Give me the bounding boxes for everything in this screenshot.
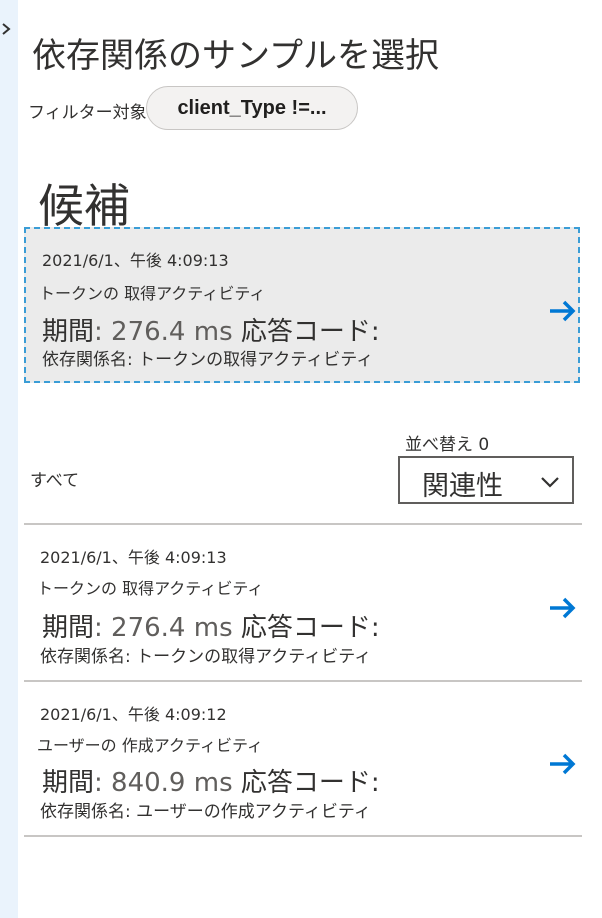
dependency-name: 依存関係名: トークンの取得アクティビティ bbox=[40, 647, 372, 667]
sort-row: すべて 並べ替え 0 関連性 bbox=[0, 420, 602, 510]
sample-operation: トークンの 取得アクティビティ bbox=[37, 579, 264, 598]
duration-label: 期間 bbox=[42, 613, 95, 643]
dependency-name: 依存関係名: トークンの取得アクティビティ bbox=[42, 350, 374, 370]
sample-metrics: 期間: 276.4 ms 応答コード: bbox=[42, 311, 380, 348]
sample-timestamp: 2021/6/1、午後 4:09:12 bbox=[40, 705, 227, 724]
filter-label: フィルター対象 bbox=[28, 103, 147, 123]
chevron-down-icon bbox=[540, 474, 560, 493]
sample-operation: ユーザーの 作成アクティビティ bbox=[37, 736, 264, 755]
response-code-label: 応答コード: bbox=[240, 317, 380, 347]
list-divider bbox=[24, 835, 582, 837]
duration-value: : 840.9 ms bbox=[94, 768, 233, 798]
arrow-right-icon[interactable] bbox=[548, 299, 578, 323]
duration-value: : 276.4 ms bbox=[94, 317, 233, 347]
page-title: 依存関係のサンプルを選択 bbox=[32, 36, 439, 76]
arrow-right-icon[interactable] bbox=[548, 752, 578, 776]
sample-metrics: 期間: 276.4 ms 応答コード: bbox=[42, 607, 380, 644]
sort-dropdown[interactable]: 関連性 bbox=[398, 456, 574, 504]
response-code-label: 応答コード: bbox=[240, 768, 380, 798]
duration-label: 期間 bbox=[42, 317, 95, 347]
list-item[interactable]: 2021/6/1、午後 4:09:12 ユーザーの 作成アクティビティ 期間: … bbox=[24, 682, 582, 835]
sample-operation: トークンの 取得アクティビティ bbox=[39, 284, 266, 303]
sample-metrics: 期間: 840.9 ms 応答コード: bbox=[42, 762, 380, 799]
filter-row: フィルター対象 client_Type !=... bbox=[28, 86, 428, 132]
duration-value: : 276.4 ms bbox=[94, 613, 233, 643]
suggested-sample-card[interactable]: 2021/6/1、午後 4:09:13 トークンの 取得アクティビティ 期間: … bbox=[24, 227, 580, 383]
dependency-name: 依存関係名: ユーザーの作成アクティビティ bbox=[40, 802, 371, 822]
sample-timestamp: 2021/6/1、午後 4:09:13 bbox=[40, 548, 227, 567]
sample-timestamp: 2021/6/1、午後 4:09:13 bbox=[42, 251, 229, 270]
list-item[interactable]: 2021/6/1、午後 4:09:13 トークンの 取得アクティビティ 期間: … bbox=[24, 525, 582, 680]
response-code-label: 応答コード: bbox=[240, 613, 380, 643]
duration-label: 期間 bbox=[42, 768, 95, 798]
arrow-right-icon[interactable] bbox=[548, 596, 578, 620]
sort-value: 関連性 bbox=[422, 471, 503, 502]
all-label: すべて bbox=[30, 471, 80, 491]
chevron-right-icon[interactable] bbox=[0, 20, 14, 38]
sort-label: 並べ替え 0 bbox=[405, 435, 490, 455]
filter-pill[interactable]: client_Type !=... bbox=[146, 86, 358, 130]
